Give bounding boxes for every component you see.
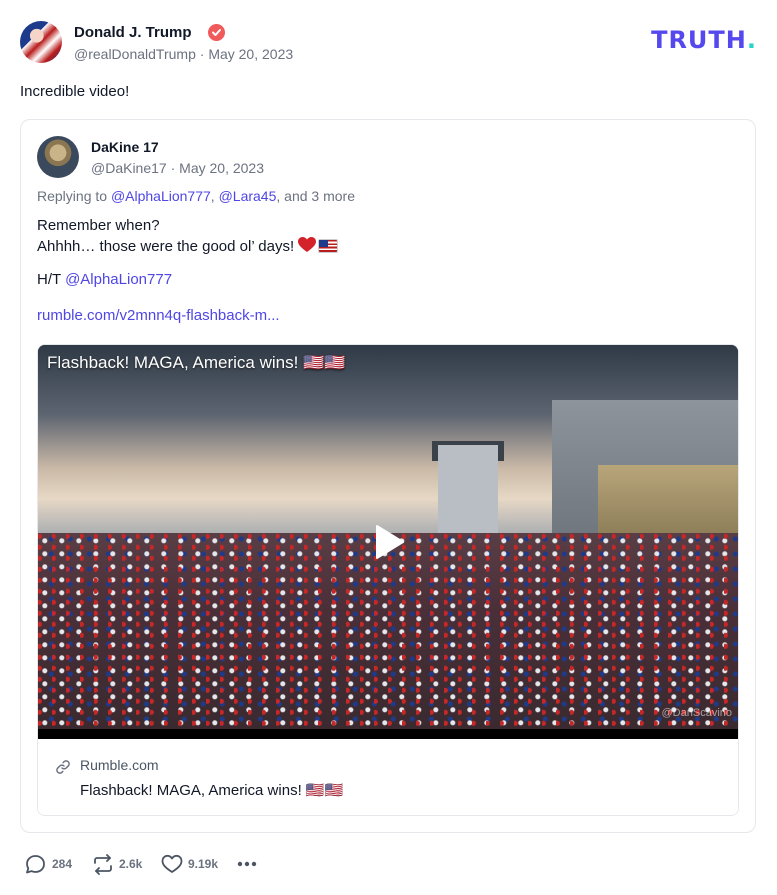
link-meta[interactable]: Rumble.com Flashback! MAGA, America wins… bbox=[38, 739, 738, 815]
quote-date[interactable]: May 20, 2023 bbox=[179, 160, 264, 176]
retruth-icon bbox=[94, 854, 112, 875]
reply-separator: , bbox=[210, 188, 219, 204]
thumbnail-crowd bbox=[38, 533, 738, 729]
link-domain: Rumble.com bbox=[80, 757, 159, 773]
meta-separator: · bbox=[170, 160, 180, 176]
brand-dot: . bbox=[746, 26, 757, 54]
replying-to-label: Replying to bbox=[37, 188, 111, 204]
play-icon[interactable] bbox=[375, 524, 405, 560]
mention-link[interactable]: @Lara45 bbox=[219, 188, 277, 204]
thumbnail-tower bbox=[438, 445, 498, 535]
replying-to: Replying to @AlphaLion777, @Lara45, and … bbox=[37, 188, 355, 204]
avatar[interactable] bbox=[20, 21, 62, 63]
reply-count: 284 bbox=[52, 857, 73, 871]
post-date[interactable]: May 20, 2023 bbox=[208, 46, 293, 62]
external-url-link[interactable]: rumble.com/v2mnn4q-flashback-m... bbox=[37, 307, 280, 324]
post-header: Donald J. Trump @realDonaldTrump · May 2… bbox=[20, 21, 757, 65]
thumbnail-hangar-door bbox=[598, 465, 738, 541]
heart-emoji-icon bbox=[298, 237, 317, 252]
reply-button[interactable]: 284 bbox=[25, 852, 77, 876]
author-name[interactable]: Donald J. Trump bbox=[74, 24, 192, 41]
reply-more[interactable]: , and 3 more bbox=[276, 188, 355, 204]
quote-avatar[interactable] bbox=[37, 136, 79, 178]
post-actions: 284 2.6k 9.19k bbox=[25, 852, 325, 876]
mention-link[interactable]: @AlphaLion777 bbox=[65, 271, 172, 288]
author-handle[interactable]: @realDonaldTrump bbox=[74, 46, 196, 62]
quote-line-2: Ahhhh… those were the good ol’ days! bbox=[37, 236, 339, 257]
quote-line-2-text: Ahhhh… those were the good ol’ days! bbox=[37, 238, 295, 255]
like-button[interactable]: 9.19k bbox=[161, 852, 223, 876]
retruth-count: 2.6k bbox=[119, 857, 143, 871]
us-flag-emoji-icon bbox=[318, 239, 339, 253]
post-text: Incredible video! bbox=[20, 83, 130, 100]
retruth-button[interactable]: 2.6k bbox=[92, 852, 147, 876]
like-count: 9.19k bbox=[188, 857, 219, 871]
link-preview-card[interactable]: @DanScavino Flashback! MAGA, America win… bbox=[37, 344, 739, 816]
quote-text: Remember when? Ahhhh… those were the goo… bbox=[37, 215, 339, 257]
verified-badge-icon bbox=[208, 24, 225, 41]
link-title: Flashback! MAGA, America wins! 🇺🇸🇺🇸 bbox=[80, 782, 344, 799]
reply-icon bbox=[26, 855, 45, 874]
truth-logo[interactable]: TRUTH. bbox=[651, 26, 757, 54]
like-icon bbox=[161, 854, 183, 873]
more-icon bbox=[237, 861, 257, 867]
quoted-post[interactable]: DaKine 17 @DaKine17 · May 20, 2023 Reply… bbox=[20, 119, 756, 833]
quote-author-name[interactable]: DaKine 17 bbox=[91, 139, 159, 155]
hat-tip-label: H/T bbox=[37, 271, 66, 288]
thumbnail-watermark: @DanScavino bbox=[661, 707, 732, 719]
video-title: Flashback! MAGA, America wins! 🇺🇸🇺🇸 bbox=[47, 353, 346, 372]
quote-line-1: Remember when? bbox=[37, 217, 160, 234]
mention-link[interactable]: @AlphaLion777 bbox=[111, 188, 211, 204]
video-player[interactable]: @DanScavino Flashback! MAGA, America win… bbox=[38, 345, 738, 739]
quote-author-handle[interactable]: @DaKine17 bbox=[91, 160, 167, 176]
hat-tip: H/T @AlphaLion777 bbox=[37, 271, 172, 288]
quote-author-meta: @DaKine17 · May 20, 2023 bbox=[91, 160, 264, 176]
author-meta: @realDonaldTrump · May 20, 2023 bbox=[74, 46, 293, 62]
brand-name: TRUTH bbox=[651, 26, 747, 54]
link-icon bbox=[56, 760, 70, 774]
more-options-button[interactable] bbox=[236, 852, 260, 876]
